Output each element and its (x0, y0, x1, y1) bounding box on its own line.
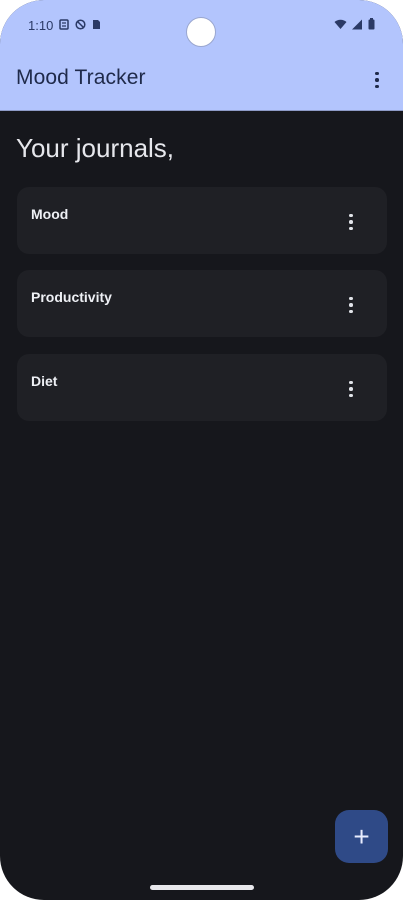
journal-card-mood[interactable]: Mood (17, 187, 387, 254)
journal-card-productivity[interactable]: Productivity (17, 270, 387, 337)
journal-menu-button[interactable] (343, 294, 359, 316)
status-time: 1:10 (28, 17, 54, 33)
sim-icon (92, 18, 101, 33)
more-vert-icon (349, 380, 353, 398)
journal-menu-button[interactable] (343, 211, 359, 233)
top-app-bar: 1:10 Mood Tracker (0, 0, 403, 111)
gesture-home-bar[interactable] (150, 885, 254, 890)
app-title: Mood Tracker (16, 66, 146, 89)
more-vert-icon (349, 296, 353, 314)
journal-card-diet[interactable]: Diet (17, 354, 387, 421)
more-vert-icon (375, 71, 379, 89)
plus-icon: + (353, 820, 370, 852)
more-vert-icon (349, 213, 353, 231)
battery-icon (368, 17, 375, 33)
app-bar-overflow-button[interactable] (365, 66, 389, 94)
add-journal-button[interactable]: + (335, 810, 388, 863)
phone-screen: 1:10 Mood Tracker Your journals, Mood Pr… (0, 0, 403, 900)
vpn-icon (75, 18, 86, 33)
signal-icon (352, 18, 363, 33)
journal-title: Mood (31, 206, 69, 222)
front-camera-cutout (186, 17, 216, 47)
wifi-icon (334, 18, 347, 33)
page-heading: Your journals, (16, 133, 175, 163)
notification-icon (59, 18, 70, 33)
journal-title: Diet (31, 373, 58, 389)
journal-menu-button[interactable] (343, 378, 359, 400)
journal-title: Productivity (31, 289, 112, 305)
